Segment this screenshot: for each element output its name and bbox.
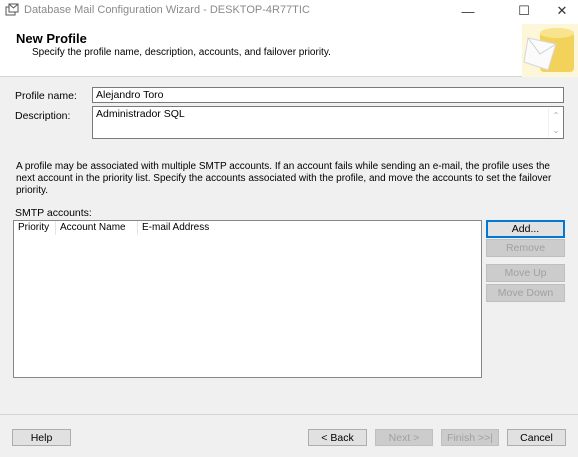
profile-name-input[interactable]: Alejandro Toro bbox=[92, 87, 564, 103]
close-button[interactable]: ✕ bbox=[540, 0, 578, 22]
database-mail-graphic bbox=[522, 24, 578, 77]
description-text: Administrador SQL bbox=[96, 108, 185, 120]
page-subtitle: Specify the profile name, description, a… bbox=[32, 47, 331, 58]
help-button[interactable]: Help bbox=[12, 429, 71, 446]
description-input[interactable]: Administrador SQL ⌃ ⌄ bbox=[92, 106, 564, 139]
add-button[interactable]: Add... bbox=[486, 220, 565, 238]
wizard-body: Profile name: Alejandro Toro Description… bbox=[0, 77, 578, 457]
page-title: New Profile bbox=[16, 31, 87, 46]
remove-button[interactable]: Remove bbox=[486, 239, 565, 257]
title-bar: Database Mail Configuration Wizard - DES… bbox=[0, 0, 578, 22]
next-button[interactable]: Next > bbox=[375, 429, 433, 446]
smtp-accounts-label: SMTP accounts: bbox=[15, 207, 92, 219]
info-text: A profile may be associated with multipl… bbox=[16, 161, 552, 196]
move-up-button[interactable]: Move Up bbox=[486, 264, 565, 282]
list-header: Priority Account Name E-mail Address bbox=[14, 221, 481, 235]
scroll-down-icon[interactable]: ⌄ bbox=[551, 125, 561, 135]
scroll-up-icon[interactable]: ⌃ bbox=[551, 110, 561, 120]
column-email-address[interactable]: E-mail Address bbox=[138, 221, 248, 235]
minimize-button[interactable]: — bbox=[446, 0, 490, 22]
cancel-button[interactable]: Cancel bbox=[507, 429, 566, 446]
description-label: Description: bbox=[15, 110, 71, 122]
back-button[interactable]: < Back bbox=[308, 429, 367, 446]
column-priority[interactable]: Priority bbox=[14, 221, 56, 235]
smtp-accounts-list[interactable]: Priority Account Name E-mail Address bbox=[13, 220, 482, 378]
description-scrollbar[interactable]: ⌃ ⌄ bbox=[548, 108, 562, 137]
finish-button[interactable]: Finish >>| bbox=[441, 429, 499, 446]
database-mail-icon bbox=[5, 3, 19, 16]
footer-divider bbox=[0, 414, 578, 415]
wizard-header: New Profile Specify the profile name, de… bbox=[0, 22, 578, 77]
profile-name-label: Profile name: bbox=[15, 90, 77, 102]
window-title: Database Mail Configuration Wizard - DES… bbox=[24, 4, 310, 16]
column-account-name[interactable]: Account Name bbox=[56, 221, 138, 235]
move-down-button[interactable]: Move Down bbox=[486, 284, 565, 302]
